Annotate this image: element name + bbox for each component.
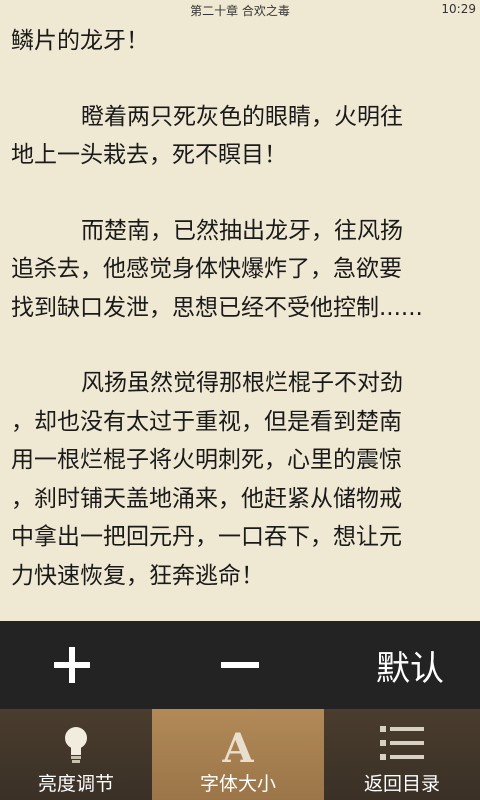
text-line: ，刹时铺天盖地涌来，他赶紧从储物戒 <box>11 485 402 512</box>
font-a-icon: A <box>222 725 254 772</box>
decrease-font-button[interactable] <box>205 621 275 709</box>
plus-icon <box>54 647 90 683</box>
chapter-title: 第二十章 合欢之毒 <box>190 4 290 18</box>
list-icon <box>380 726 424 760</box>
text-line: 力快速恢复，狂奔逃命！ <box>11 562 264 589</box>
minus-icon <box>221 662 259 668</box>
text-line: 鳞片的龙牙！ <box>11 28 149 54</box>
bottom-nav: 亮度调节 A 字体大小 返回目录 <box>0 709 480 800</box>
text-line: 瞪着两只死灰色的眼睛，火明往 <box>81 103 403 130</box>
increase-font-button[interactable] <box>40 621 104 709</box>
reading-text[interactable]: 鳞片的龙牙！ 瞪着两只死灰色的眼睛，火明往 地上一头栽去，死不瞑目！ 而楚南，已… <box>11 22 473 595</box>
tab-table-of-contents[interactable]: 返回目录 <box>324 709 480 800</box>
text-line: 追杀去，他感觉身体快爆炸了，急欲要 <box>11 256 402 282</box>
default-font-button[interactable]: 默认 <box>360 621 460 709</box>
text-line: 用一根烂棍子将火明刺死，心里的震惊 <box>11 447 402 473</box>
clock: 10:29 <box>441 2 476 16</box>
text-line: 中拿出一把回元丹，一口吞下，想让元 <box>11 524 402 550</box>
tab-toc-label: 返回目录 <box>363 773 440 795</box>
text-line: ，却也没有太过于重视，但是看到楚南 <box>11 408 402 435</box>
font-size-toolbar: 默认 <box>0 621 480 709</box>
text-line: 找到缺口发泄，思想已经不受他控制...... <box>11 294 423 321</box>
status-bar: 第二十章 合欢之毒 10:29 <box>0 0 480 20</box>
tab-brightness-label: 亮度调节 <box>37 773 114 795</box>
text-line: 而楚南，已然抽出龙牙，往风扬 <box>81 217 403 244</box>
text-line: 风扬虽然觉得那根烂棍子不对劲 <box>81 370 403 396</box>
tab-brightness[interactable]: 亮度调节 <box>0 709 152 800</box>
lightbulb-icon <box>65 727 87 763</box>
text-line: 地上一头栽去，死不瞑目！ <box>11 142 287 168</box>
tab-font-size-label: 字体大小 <box>199 773 276 795</box>
tab-font-size[interactable]: A 字体大小 <box>152 709 324 800</box>
